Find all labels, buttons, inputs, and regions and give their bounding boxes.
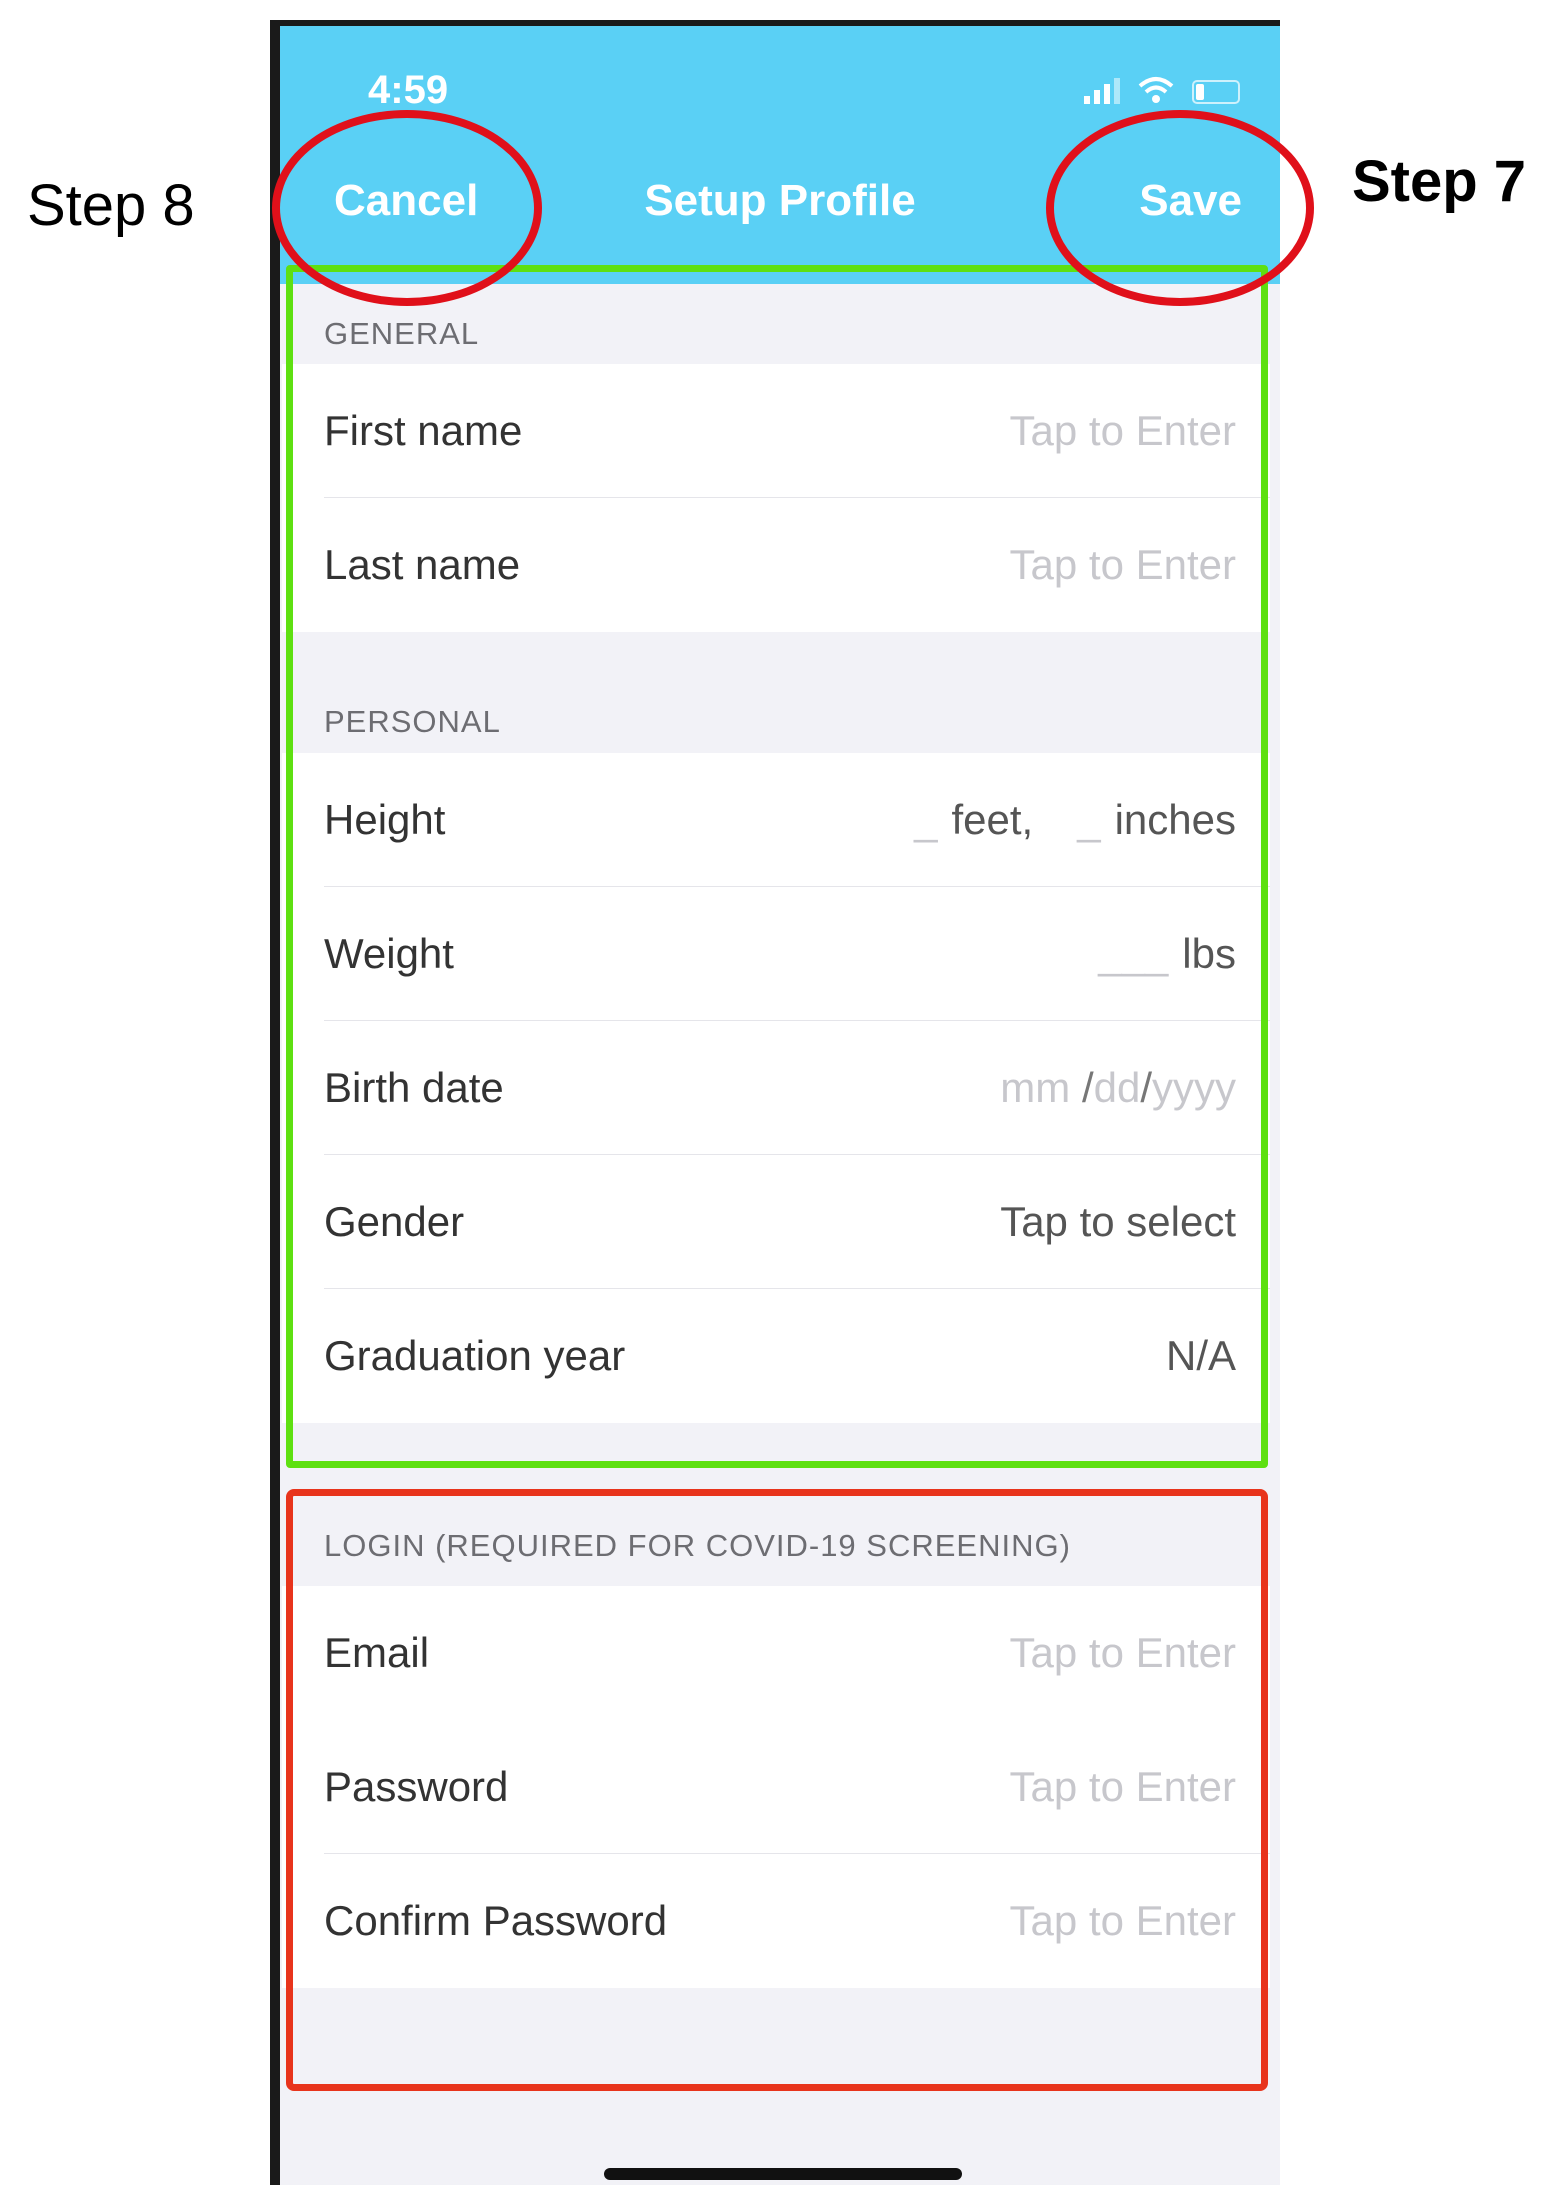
password-field[interactable]: Password Tap to Enter [282,1720,1270,1854]
birth-date-label: Birth date [324,1064,504,1111]
confirm-password-field[interactable]: Confirm Password Tap to Enter [282,1854,1270,1988]
birth-year-input[interactable]: yyyy [1152,1064,1236,1111]
last-name-placeholder: Tap to Enter [1009,541,1236,588]
wifi-icon [1138,77,1174,103]
status-icons [1084,76,1240,104]
battery-icon [1192,80,1240,104]
step-7-annotation: Step 7 [1352,149,1527,214]
cancel-button[interactable]: Cancel [334,176,478,226]
height-feet-unit: feet, [951,796,1034,843]
weight-value: ___ lbs [1098,930,1236,978]
section-header-personal: PERSONAL [282,680,1270,752]
date-separator: / [1081,1064,1094,1111]
height-inches-input[interactable]: _ [1077,796,1100,844]
height-label: Height [324,796,446,843]
status-time: 4:59 [368,68,449,112]
confirm-password-placeholder: Tap to Enter [1009,1897,1236,1944]
weight-label: Weight [324,930,454,977]
home-indicator[interactable] [604,2168,962,2180]
height-field[interactable]: Height _ feet, _ inches [282,753,1270,887]
first-name-placeholder: Tap to Enter [1009,407,1236,454]
date-separator: / [1140,1064,1152,1111]
last-name-label: Last name [324,541,521,588]
weight-field[interactable]: Weight ___ lbs [282,887,1270,1021]
birth-day-input[interactable]: dd [1094,1064,1141,1111]
navigation-bar: 4:59 Setup Profile Cancel Save [280,26,1280,284]
phone-bezel-top [270,20,1280,26]
section-header-login: LOGIN (REQUIRED FOR COVID-19 SCREENING) [282,1500,1270,1572]
birth-date-value: mm /dd/yyyy [1000,1064,1236,1112]
birth-month-input[interactable]: mm [1000,1064,1070,1111]
email-placeholder: Tap to Enter [1009,1629,1236,1676]
weight-unit: lbs [1182,930,1236,977]
gender-value: Tap to select [1000,1198,1236,1245]
height-feet-input[interactable]: _ [914,796,937,844]
confirm-password-label: Confirm Password [324,1897,668,1944]
first-name-label: First name [324,407,523,454]
gender-field[interactable]: Gender Tap to select [282,1155,1270,1289]
email-field[interactable]: Email Tap to Enter [282,1586,1270,1720]
graduation-year-label: Graduation year [324,1332,626,1379]
password-label: Password [324,1763,509,1810]
section-header-general: GENERAL [282,292,1270,364]
phone-screen: 4:59 Setup Profile Cancel Save GENERAL F… [270,20,1280,2185]
phone-bezel [270,20,280,2185]
last-name-field[interactable]: Last name Tap to Enter [282,498,1270,632]
step-8-annotation: Step 8 [27,173,195,238]
height-inches-unit: inches [1114,796,1236,843]
email-label: Email [324,1629,430,1676]
weight-input[interactable]: ___ [1098,930,1168,978]
first-name-field[interactable]: First name Tap to Enter [282,364,1270,498]
height-value: _ feet, _ inches [914,796,1236,844]
save-button[interactable]: Save [1139,176,1242,226]
graduation-year-field[interactable]: Graduation year N/A [282,1289,1270,1423]
graduation-year-value: N/A [1165,1332,1236,1379]
password-placeholder: Tap to Enter [1009,1763,1236,1810]
gender-label: Gender [324,1198,465,1245]
cellular-signal-icon [1084,78,1120,104]
birth-date-field[interactable]: Birth date mm /dd/yyyy [282,1021,1270,1155]
